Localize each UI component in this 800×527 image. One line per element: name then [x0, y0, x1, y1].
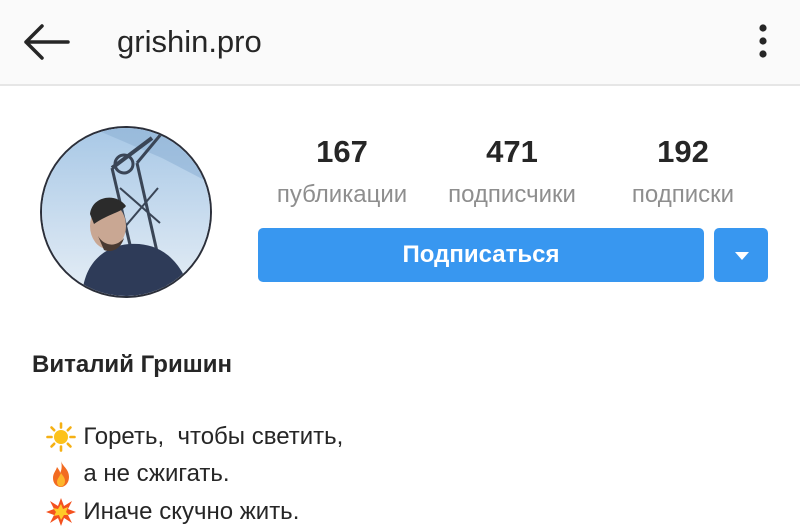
caret-down-icon — [735, 252, 749, 260]
stat-followers[interactable]: 471 подписчики — [427, 134, 597, 211]
stat-followers-count: 471 — [486, 134, 538, 169]
back-button[interactable] — [18, 20, 74, 64]
profile-photo — [42, 128, 210, 296]
stat-posts-label: публикации — [276, 181, 408, 208]
stat-following-count: 192 — [657, 134, 709, 169]
arrow-left-icon — [24, 24, 70, 60]
follow-button[interactable]: Подписаться — [258, 228, 704, 282]
stat-following[interactable]: 192 подписки — [598, 134, 768, 211]
collision-emoji-icon — [46, 498, 77, 526]
stat-posts[interactable]: 167 публикации — [257, 134, 427, 211]
profile-full-name: Виталий Гришин — [32, 351, 232, 378]
stat-posts-count: 167 — [316, 134, 368, 169]
more-options-button[interactable] — [748, 18, 778, 64]
stat-following-label: подписки — [631, 181, 735, 208]
stat-followers-label: подписчики — [448, 181, 576, 208]
bio-text: Иначе скучно жить. — [83, 498, 300, 525]
more-vertical-icon — [759, 24, 767, 58]
profile-username: grishin.pro — [117, 24, 262, 59]
suggested-accounts-dropdown-button[interactable] — [714, 228, 768, 282]
bio-line: Иначе скучно жить. — [32, 467, 299, 527]
top-app-bar: grishin.pro — [0, 0, 800, 86]
profile-avatar[interactable] — [42, 128, 210, 296]
